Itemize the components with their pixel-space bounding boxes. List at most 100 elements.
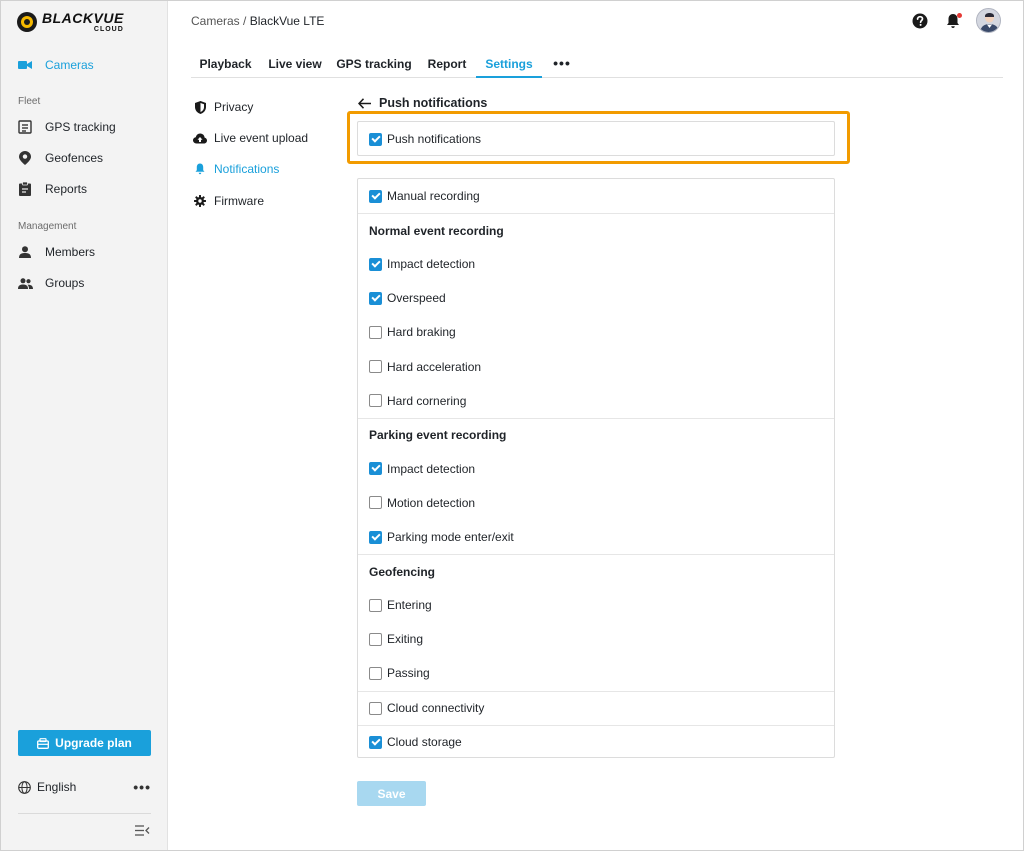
push-notifications-master-row[interactable]: Push notifications [358,122,834,156]
logo-mark-icon [17,12,37,32]
section-heading-text: Geofencing [369,564,436,579]
tabs-more-icon[interactable]: ••• [550,53,574,78]
clipboard-icon [17,181,33,197]
save-button[interactable]: Save [357,781,426,806]
settings-item-privacy[interactable]: Privacy [193,98,253,116]
option-row[interactable]: Exiting [358,622,834,656]
checkbox-label: Hard braking [387,325,456,340]
option-row[interactable]: Cloud storage [358,724,834,759]
checkbox-label: Cloud connectivity [387,701,485,715]
checkbox[interactable] [369,530,382,544]
master-toggle-box: Push notifications [357,121,835,156]
notification-options-list: Manual recording Normal event recording Im… [357,178,835,758]
settings-item-label: Notifications [214,162,280,176]
language-selector[interactable]: English ••• [18,777,151,797]
sidebar: BLACKVUE CLOUD Cameras Fleet GPS trackin… [1,1,168,850]
language-label: English [37,780,77,794]
sidebar-item-cameras[interactable]: Cameras [17,55,157,75]
settings-item-label: Privacy [214,100,254,114]
sidebar-item-reports[interactable]: Reports [17,179,157,199]
sidebar-item-geofences[interactable]: Geofences [17,148,157,168]
option-row[interactable]: Impact detection [358,247,834,281]
settings-item-label: Live event upload [214,131,309,145]
gear-icon [193,194,207,208]
checkbox-label: Exiting [387,632,424,647]
checkbox-label: Cloud storage [387,735,462,750]
notifications-bell-icon[interactable] [946,12,962,29]
notification-badge [957,12,962,18]
option-row[interactable]: Parking mode enter/exit [358,520,834,554]
checkbox-label: Push notifications [387,132,482,146]
tab-report[interactable]: Report [422,53,472,78]
option-row[interactable]: Cloud connectivity [358,690,834,725]
checkbox[interactable] [369,496,382,510]
checkbox[interactable] [369,291,382,305]
checkbox-label: Impact detection [387,257,476,272]
checkbox[interactable] [369,394,382,408]
upgrade-plan-button[interactable]: Upgrade plan [18,730,151,756]
option-row[interactable]: Overspeed [358,281,834,315]
shield-icon [193,100,207,114]
checkbox[interactable] [369,701,382,715]
option-row[interactable]: Hard acceleration [358,350,834,384]
option-row[interactable]: Impact detection [358,452,834,486]
bell-icon [193,162,207,176]
settings-item-live-event-upload[interactable]: Live event upload [193,129,308,147]
settings-item-notifications[interactable]: Notifications [193,160,279,178]
sidebar-item-label: Geofences [45,151,104,165]
checkbox[interactable] [369,666,382,680]
checkbox[interactable] [369,632,382,646]
breadcrumb-root[interactable]: Cameras [191,14,240,28]
help-icon[interactable] [912,13,928,29]
section-label-management: Management [18,221,77,232]
settings-item-firmware[interactable]: Firmware [193,192,264,210]
section-label-fleet: Fleet [18,96,41,107]
option-row[interactable]: Motion detection [358,486,834,520]
sidebar-item-members[interactable]: Members [17,242,157,262]
checkbox[interactable] [369,189,382,203]
checkbox-label: Parking mode enter/exit [387,530,514,544]
checkbox[interactable] [369,598,382,612]
checkbox-label: Impact detection [387,461,476,476]
section-heading: Normal event recording [358,213,834,247]
upgrade-plan-label: Upgrade plan [55,736,132,750]
sidebar-item-label: Cameras [45,58,94,72]
cloud-upload-icon [193,131,207,145]
tab-playback[interactable]: Playback [191,53,260,78]
globe-icon [18,780,31,794]
checkbox-label: Overspeed [387,291,446,306]
sidebar-item-gps-tracking[interactable]: GPS tracking [17,117,157,137]
camera-icon [17,57,33,73]
option-row[interactable]: Manual recording [358,179,834,213]
checkbox[interactable] [369,735,382,749]
sidebar-item-groups[interactable]: Groups [17,273,157,293]
brand-logo[interactable]: BLACKVUE CLOUD [17,10,124,34]
breadcrumb-separator: / [243,14,247,28]
back-arrow-icon[interactable] [358,97,371,109]
tab-live-view[interactable]: Live view [264,53,326,78]
checkbox[interactable] [369,325,382,339]
checkbox-label: Motion detection [387,495,476,510]
option-row[interactable]: Passing [358,656,834,690]
checkbox-label: Manual recording [387,189,480,203]
option-row[interactable]: Entering [358,588,834,622]
tab-gps-tracking[interactable]: GPS tracking [333,53,415,78]
checkbox-label: Passing [387,666,430,681]
checkbox[interactable] [369,257,382,271]
more-options-icon[interactable]: ••• [133,779,151,795]
section-heading-text: Normal event recording [369,223,504,238]
gps-list-icon [17,119,33,135]
header-actions [898,8,1001,33]
collapse-sidebar-icon[interactable] [135,825,150,839]
option-row[interactable]: Hard cornering [358,384,834,418]
user-avatar[interactable] [976,8,1001,33]
app-window: BLACKVUE CLOUD Cameras Fleet GPS trackin… [0,0,1024,851]
section-heading: Parking event recording [358,417,834,452]
sidebar-item-label: Reports [45,182,88,196]
checkbox[interactable] [369,132,382,146]
option-row[interactable]: Hard braking [358,315,834,349]
sidebar-item-label: Groups [45,276,85,290]
tab-settings[interactable]: Settings [476,53,542,78]
checkbox[interactable] [369,462,382,476]
checkbox[interactable] [369,360,382,373]
